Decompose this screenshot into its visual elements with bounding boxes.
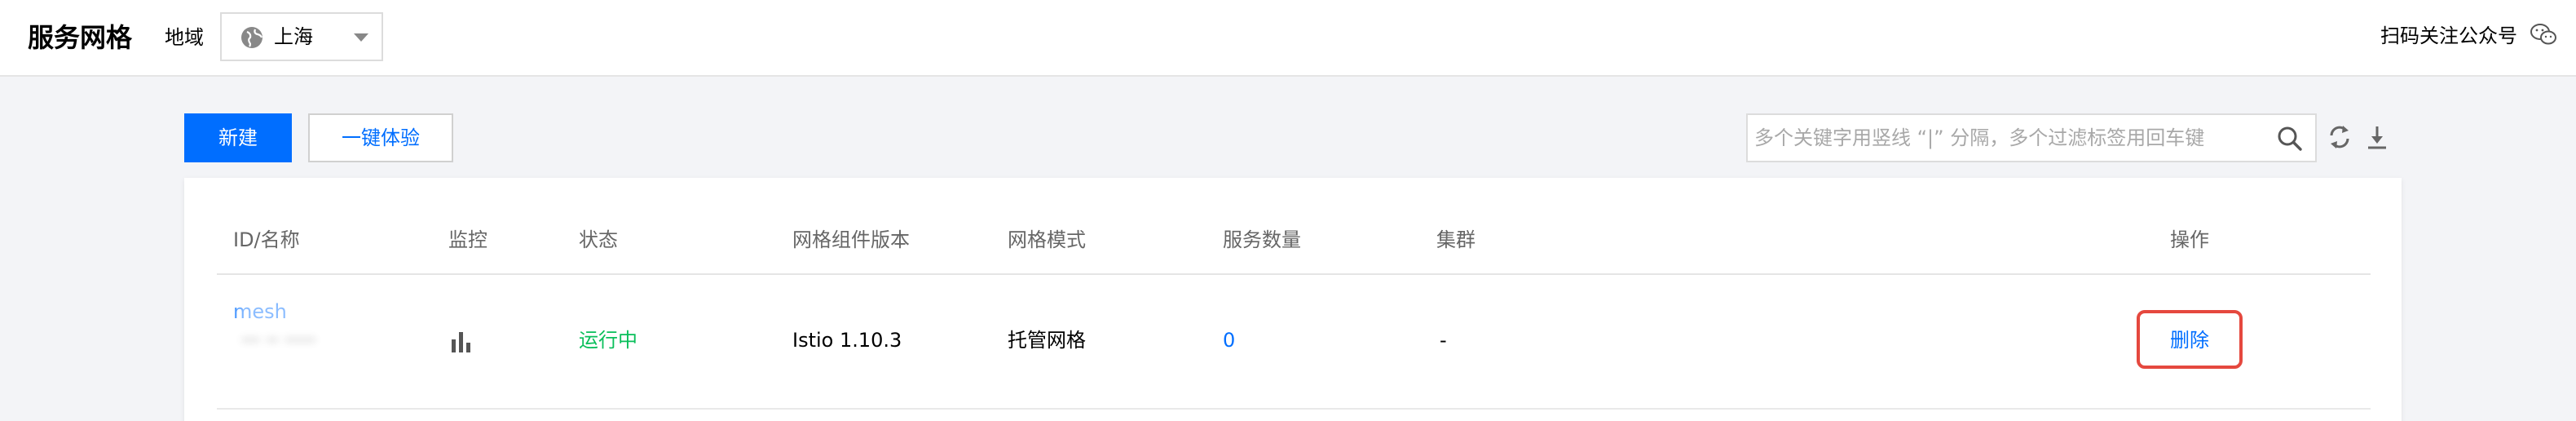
column-header-status: 状态	[579, 228, 618, 251]
mesh-table: ID/名称 监控 状态 网格组件版本 网格模式 服务数量 集群 操作 mesh …	[184, 178, 2402, 421]
column-header-actions: 操作	[2170, 228, 2209, 251]
follow-account-link[interactable]: 扫码关注公众号	[2380, 23, 2517, 49]
column-header-service-count: 服务数量	[1223, 228, 1301, 251]
search-input[interactable]	[1754, 115, 2260, 161]
mesh-name: ··· ·· ·····	[241, 329, 316, 352]
header-divider	[217, 273, 2371, 275]
chevron-down-icon	[354, 33, 368, 42]
region-select[interactable]: 上海	[220, 12, 383, 61]
download-icon[interactable]	[2362, 122, 2392, 152]
delete-button[interactable]: 删除	[2170, 327, 2209, 353]
bar-chart-icon[interactable]	[448, 330, 474, 354]
column-header-id-name: ID/名称	[233, 228, 300, 251]
column-header-version: 网格组件版本	[792, 228, 910, 251]
wechat-icon[interactable]	[2529, 21, 2558, 47]
column-header-mode: 网格模式	[1008, 228, 1086, 251]
refresh-icon[interactable]	[2325, 122, 2354, 152]
search-icon[interactable]	[2276, 125, 2304, 153]
top-bar: 服务网格 地域 上海 扫码关注公众号	[0, 0, 2576, 77]
service-count-link[interactable]: 0	[1223, 327, 1235, 353]
mesh-version: Istio 1.10.3	[792, 329, 902, 352]
status-running: 运行中	[579, 329, 637, 352]
mesh-mode: 托管网格	[1008, 329, 1086, 352]
column-header-monitor: 监控	[448, 228, 487, 251]
one-click-trial-button[interactable]: 一键体验	[308, 113, 453, 162]
row-divider	[217, 408, 2371, 410]
region-label: 地域	[165, 26, 204, 49]
page-title: 服务网格	[28, 22, 133, 53]
cluster-value: -	[1440, 329, 1447, 352]
search-box[interactable]	[1746, 113, 2317, 162]
globe-icon	[241, 27, 263, 48]
region-value: 上海	[274, 25, 313, 48]
column-header-cluster: 集群	[1436, 228, 1475, 251]
new-mesh-button[interactable]: 新建	[184, 113, 292, 162]
